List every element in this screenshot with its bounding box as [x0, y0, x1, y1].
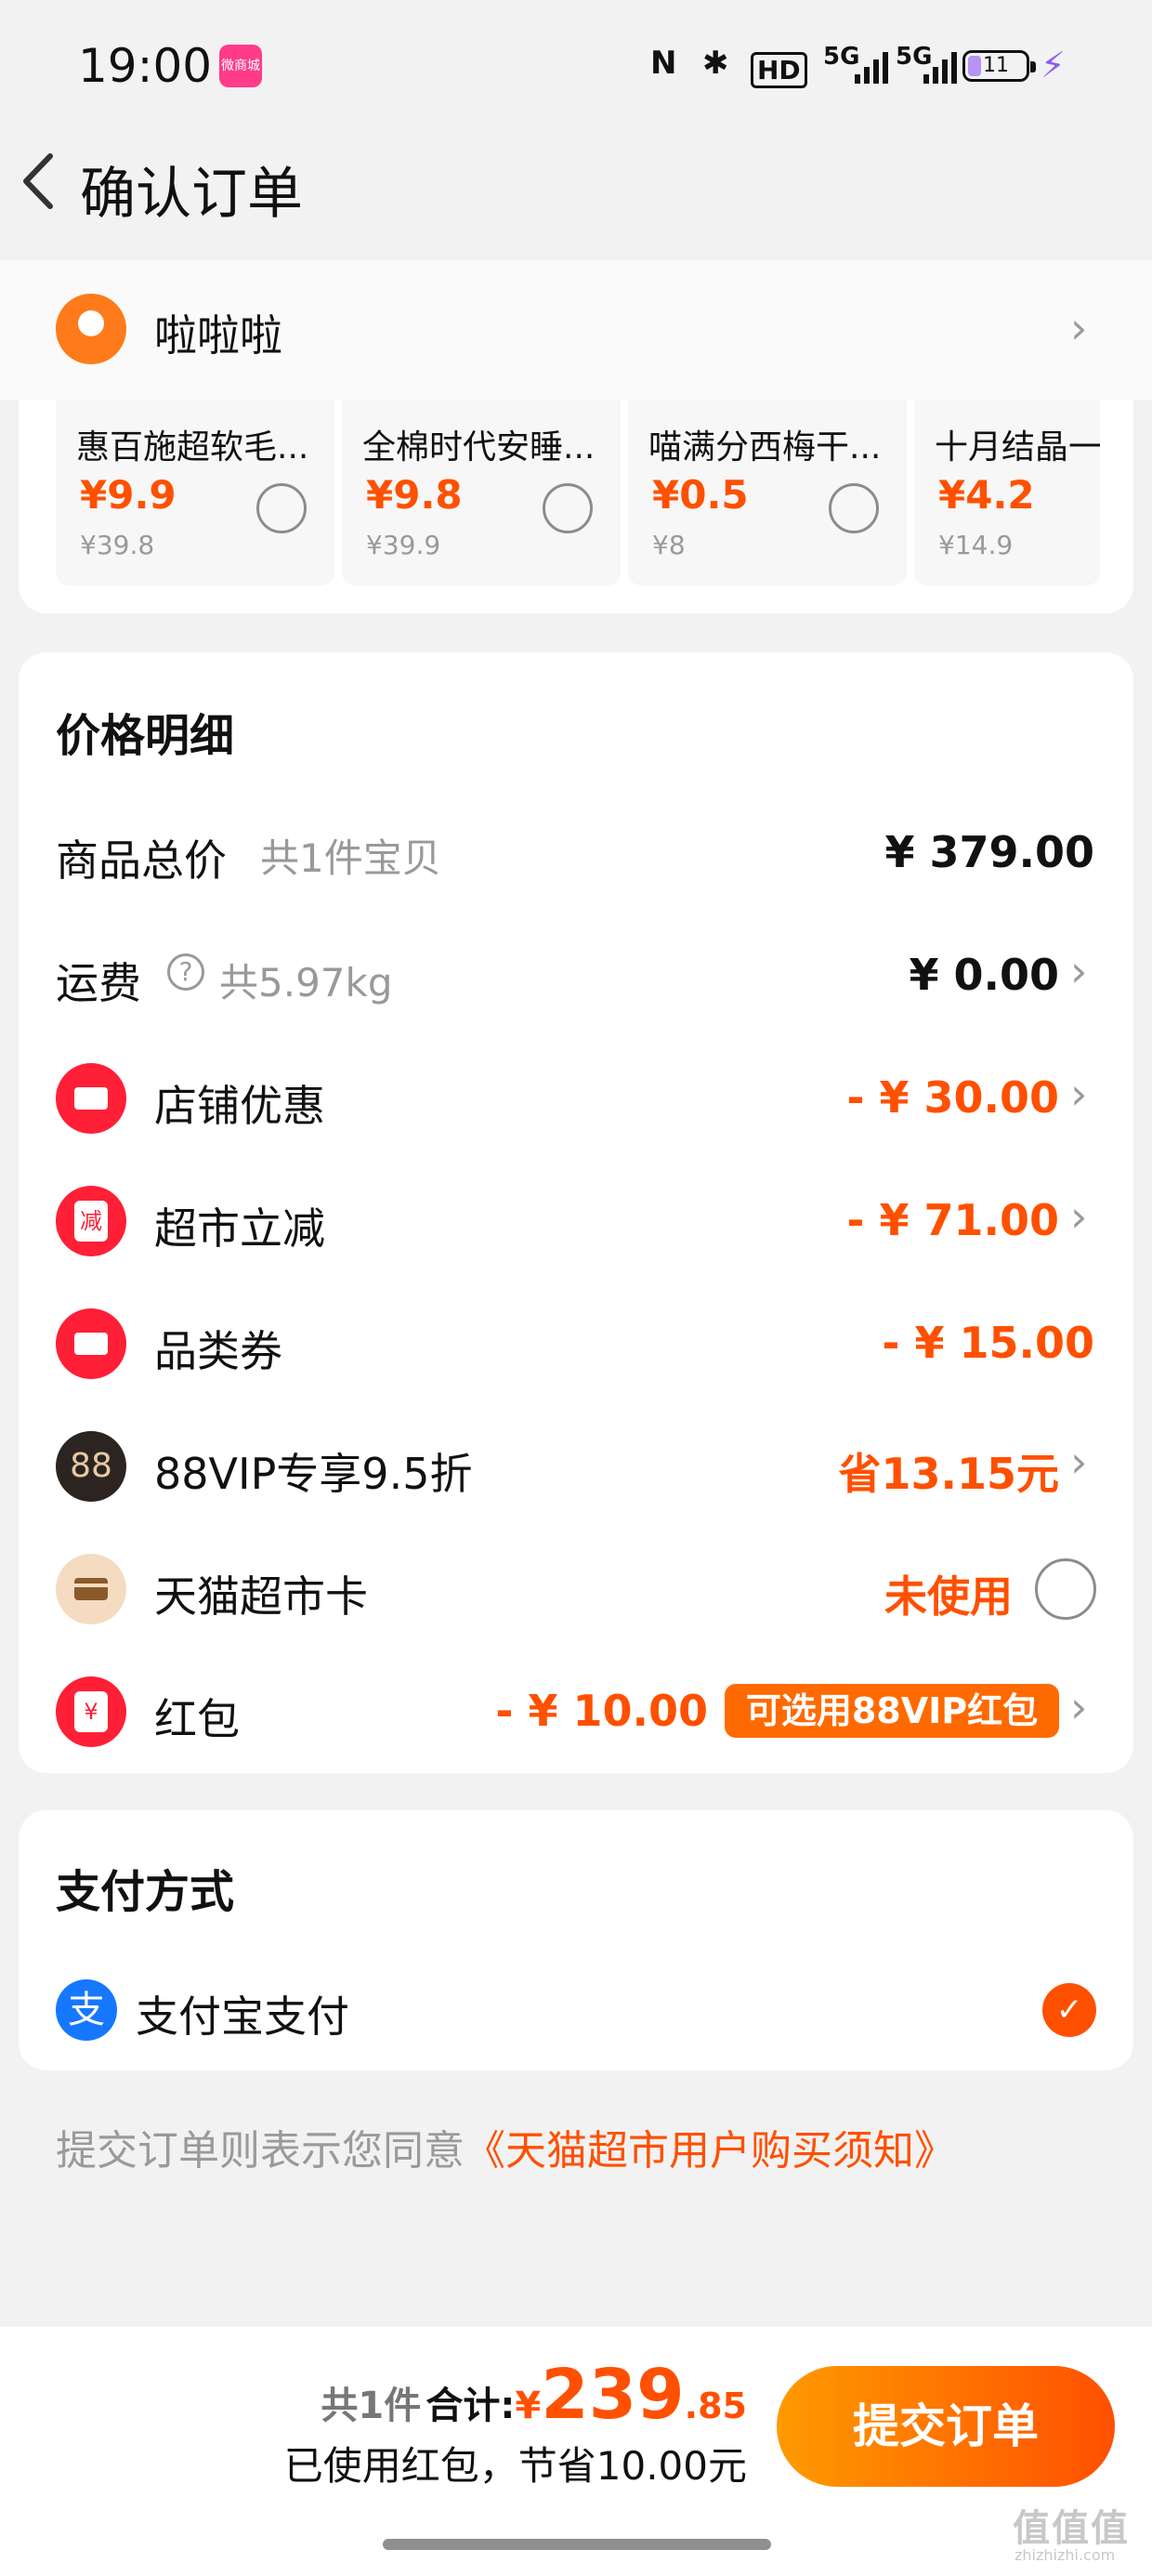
order-summary: 共1件 合计:¥239.85 [321, 2355, 747, 2435]
charging-icon: ⚡ [1041, 45, 1066, 85]
discount-icon: 减 [56, 1186, 126, 1256]
chevron-right-icon[interactable]: › [1070, 1069, 1087, 1119]
address-text: 啦啦啦 [154, 310, 282, 361]
discount-icon-label: 减 [74, 1201, 108, 1242]
product-price: ¥9.8 [366, 472, 463, 518]
chevron-right-icon[interactable]: › [1070, 946, 1087, 996]
product-name: 全棉时代安睡... [362, 428, 596, 467]
terms-link[interactable]: 《天猫超市用户购买须知》 [465, 2127, 955, 2175]
battery-level: 11 [983, 54, 1009, 77]
product-item[interactable]: 惠百施超软毛... ¥9.9 ¥39.8 [56, 390, 334, 585]
tmall-card-label: 天猫超市卡 [154, 1571, 368, 1622]
supermarket-cut-amount: - ¥ 71.00 [846, 1195, 1059, 1245]
store-discount-amount: - ¥ 30.00 [846, 1072, 1059, 1123]
shipping-label: 运费 [56, 958, 141, 1008]
bluetooth-icon: ✱ [702, 45, 729, 82]
product-price: ¥9.9 [80, 472, 177, 518]
terms-text: 提交订单则表示您同意《天猫超市用户购买须知》 [56, 2117, 955, 2176]
total-integer: 239 [541, 2355, 685, 2435]
alipay-icon: 支 [56, 1979, 117, 2041]
vip-88-icon: 88 [56, 1431, 126, 1502]
back-arrow-icon[interactable] [13, 149, 69, 214]
category-coupon-label: 品类券 [154, 1326, 282, 1376]
product-item[interactable]: 十月结晶一 ¥4.2 ¥14.9 [914, 390, 1100, 585]
store-discount-label: 店铺优惠 [154, 1081, 325, 1131]
product-original-price: ¥39.9 [366, 530, 441, 560]
red-packet-icon-label: ¥ [74, 1691, 108, 1732]
supermarket-cut-label: 超市立减 [154, 1203, 325, 1254]
product-select-radio[interactable] [543, 483, 593, 533]
product-price: ¥4.2 [938, 472, 1035, 518]
total-label: 合计: [425, 2385, 516, 2427]
battery-icon: 11 [962, 50, 1036, 82]
watermark-url: zhizhizhi.com [1015, 2546, 1116, 2564]
product-name: 十月结晶一 [935, 428, 1100, 467]
product-select-radio[interactable] [256, 483, 307, 533]
payment-method-label[interactable]: 支付宝支付 [136, 1983, 349, 2044]
app-badge-icon: 微商城 [219, 45, 262, 87]
nfc-icon: N [650, 45, 677, 82]
status-time: 19:00 [78, 39, 213, 93]
terms-prefix: 提交订单则表示您同意 [56, 2127, 465, 2175]
hd-icon: HD [751, 52, 807, 88]
total-amount: ¥ 379.00 [884, 827, 1094, 877]
total-decimal: .85 [684, 2385, 747, 2426]
price-detail-title: 价格明细 [56, 710, 235, 762]
location-pin-icon [56, 294, 126, 364]
vip-amount: 省13.15元 [838, 1449, 1059, 1499]
total-note: 共1件宝贝 [260, 835, 441, 881]
saving-text: 已使用红包，节省10.00元 [283, 2443, 747, 2489]
product-select-radio[interactable] [829, 483, 879, 533]
payment-title: 支付方式 [56, 1866, 235, 1918]
shipping-note: 共5.97kg [219, 960, 393, 1005]
product-item[interactable]: 喵满分西梅干... ¥0.5 ¥8 [628, 390, 907, 585]
chevron-right-icon[interactable]: › [1070, 1437, 1087, 1487]
watermark: 值值值 [1013, 2507, 1130, 2550]
product-name: 惠百施超软毛... [76, 428, 309, 467]
item-count: 共1件 [321, 2385, 422, 2427]
red-packet-amount: - ¥ 10.00 [495, 1686, 708, 1736]
checkmark-icon[interactable]: ✓ [1042, 1983, 1096, 2037]
red-packet-label: 红包 [154, 1694, 240, 1744]
shipping-amount: ¥ 0.00 [909, 950, 1059, 1000]
help-icon[interactable]: ? [167, 953, 204, 991]
signal-bars-icon [855, 52, 888, 84]
product-original-price: ¥8 [652, 530, 686, 560]
coupon-icon [56, 1308, 126, 1379]
product-original-price: ¥39.8 [80, 530, 155, 560]
submit-order-button[interactable]: 提交订单 [777, 2366, 1115, 2487]
product-original-price: ¥14.9 [938, 530, 1014, 560]
page-title: 确认订单 [80, 162, 303, 227]
tmall-card-radio[interactable] [1035, 1558, 1096, 1620]
vip-label: 88VIP专享9.5折 [154, 1449, 473, 1499]
total-label: 商品总价 [56, 835, 227, 886]
tmall-card-status: 未使用 [884, 1571, 1013, 1622]
chevron-right-icon[interactable]: › [1070, 1191, 1087, 1242]
coupon-icon [56, 1063, 126, 1134]
category-coupon-amount: - ¥ 15.00 [882, 1318, 1094, 1368]
red-packet-icon: ¥ [56, 1676, 126, 1747]
chevron-right-icon: › [1070, 303, 1088, 353]
currency-symbol: ¥ [515, 2385, 542, 2427]
product-name: 喵满分西梅干... [648, 428, 882, 467]
product-item[interactable]: 全棉时代安睡... ¥9.8 ¥39.9 [342, 390, 621, 585]
chevron-right-icon[interactable]: › [1070, 1682, 1087, 1732]
product-price: ¥0.5 [652, 472, 749, 518]
vip-red-packet-badge[interactable]: 可选用88VIP红包 [725, 1684, 1059, 1738]
home-indicator[interactable] [383, 2539, 771, 2550]
card-icon [56, 1554, 126, 1624]
signal-bars-icon-2 [923, 52, 957, 84]
